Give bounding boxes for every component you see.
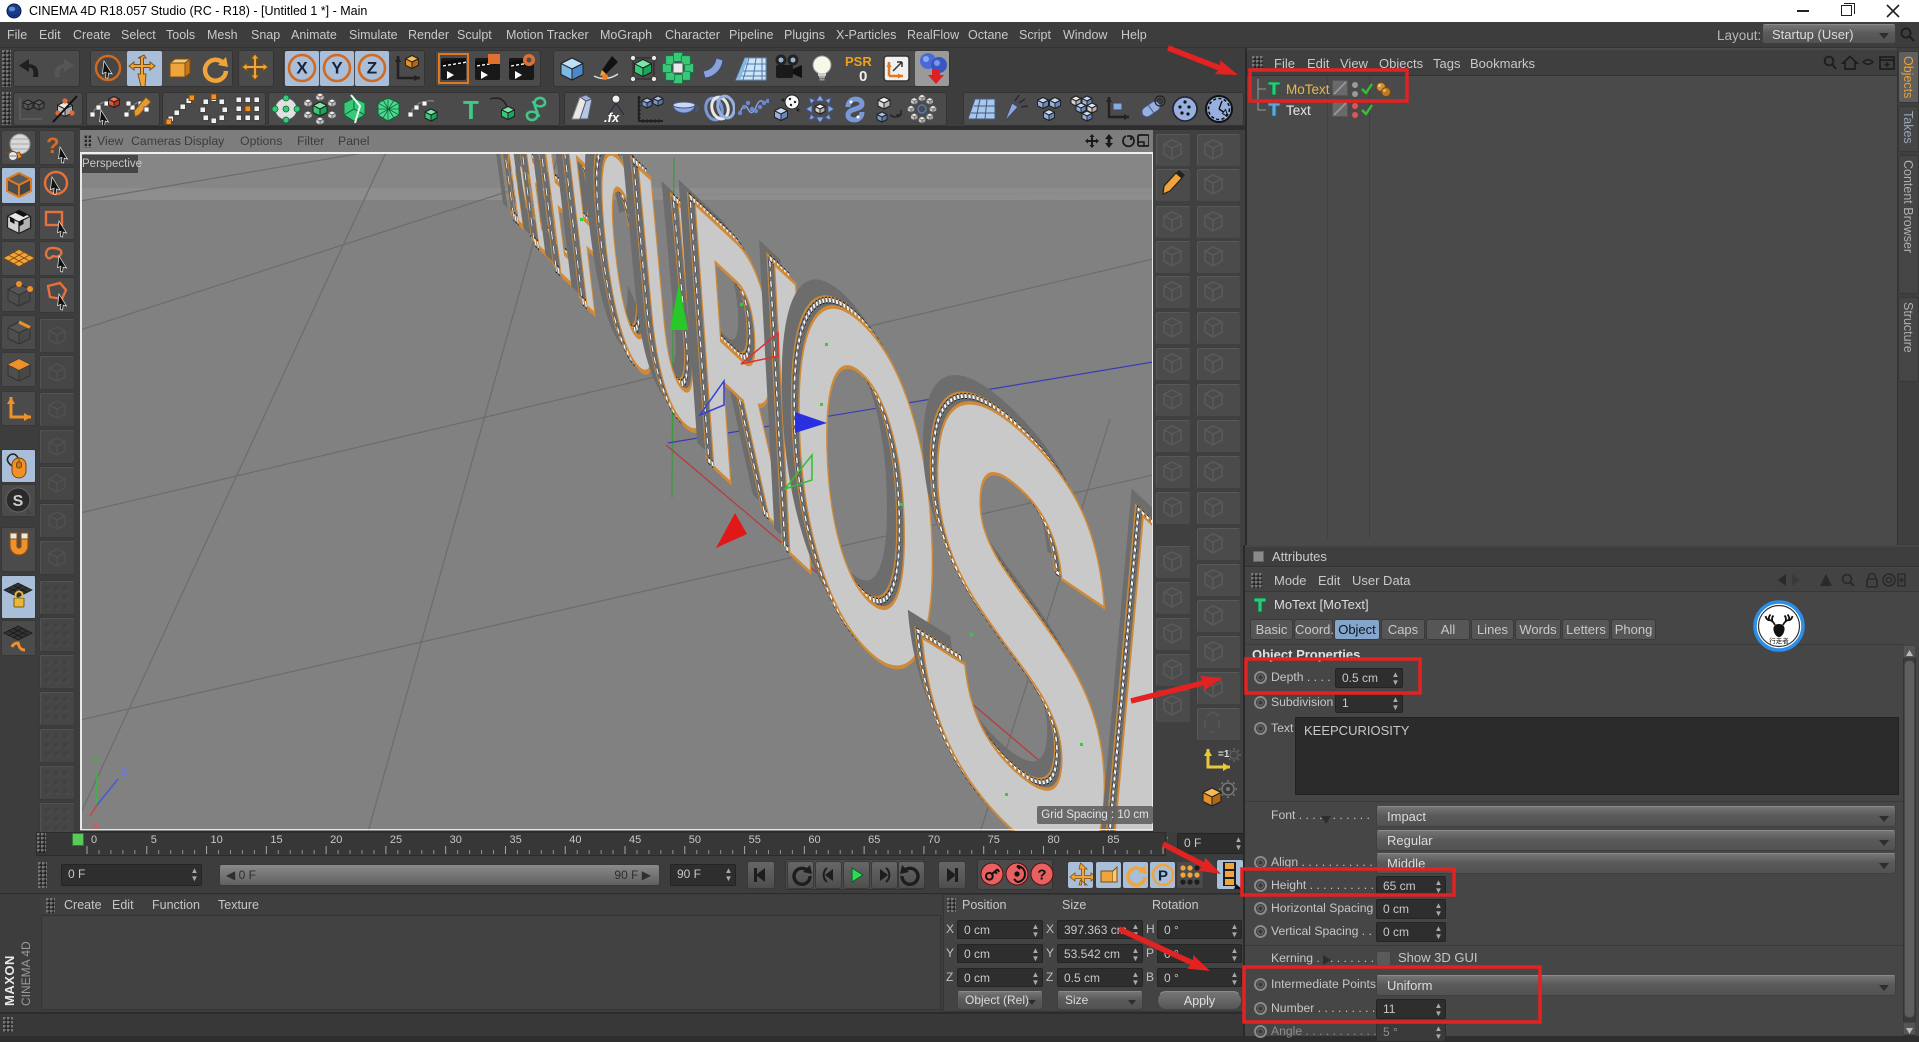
svg-text:65: 65 xyxy=(868,834,880,846)
svg-text:?: ? xyxy=(1037,867,1046,884)
svg-text:S: S xyxy=(13,493,24,510)
svg-text:15: 15 xyxy=(270,834,282,846)
svg-text:50: 50 xyxy=(689,834,701,846)
svg-text:45: 45 xyxy=(629,834,641,846)
svg-text:20: 20 xyxy=(330,834,342,846)
svg-text:75: 75 xyxy=(988,834,1000,846)
svg-text:40: 40 xyxy=(569,834,581,846)
svg-text:Z: Z xyxy=(121,766,128,778)
svg-text:X: X xyxy=(296,59,308,78)
svg-text:85: 85 xyxy=(1107,834,1119,846)
svg-text:90: 90 xyxy=(1167,834,1168,846)
svg-text:?: ? xyxy=(46,133,59,158)
svg-text:Text: Text xyxy=(1286,103,1311,118)
svg-text:MoText: MoText xyxy=(1286,82,1330,97)
svg-text:55: 55 xyxy=(749,834,761,846)
svg-text:30: 30 xyxy=(450,834,462,846)
svg-text:Y: Y xyxy=(331,59,343,78)
svg-text:0: 0 xyxy=(859,68,867,85)
svg-text:10: 10 xyxy=(211,834,223,846)
svg-text:5: 5 xyxy=(151,834,157,846)
svg-text:35: 35 xyxy=(509,834,521,846)
svg-text:Z: Z xyxy=(367,59,377,78)
svg-text:60: 60 xyxy=(808,834,820,846)
svg-text:行走者: 行走者 xyxy=(1769,636,1789,645)
svg-text:25: 25 xyxy=(390,834,402,846)
svg-text:70: 70 xyxy=(928,834,940,846)
svg-text:T: T xyxy=(463,95,479,125)
svg-text:0: 0 xyxy=(91,834,97,846)
svg-text:.fx: .fx xyxy=(604,110,620,125)
svg-text:P: P xyxy=(1158,868,1168,885)
svg-text:Y: Y xyxy=(92,756,100,768)
svg-text:PSR: PSR xyxy=(845,54,872,69)
svg-text:80: 80 xyxy=(1047,834,1059,846)
